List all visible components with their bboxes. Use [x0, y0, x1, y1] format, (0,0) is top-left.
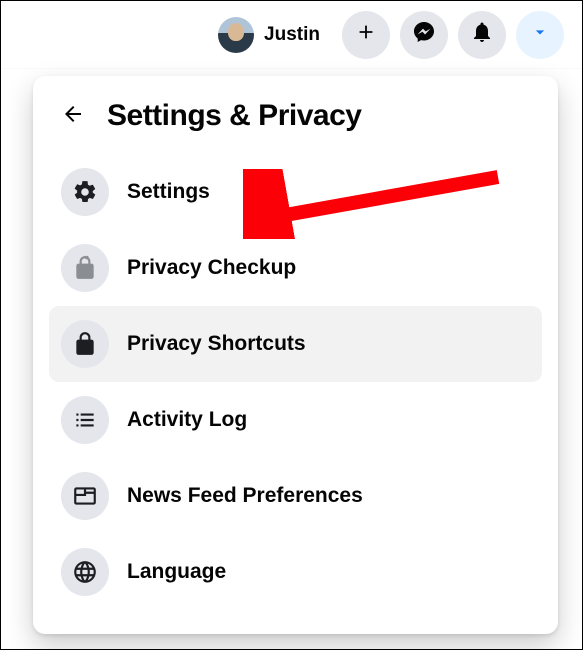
- panel-title: Settings & Privacy: [107, 99, 361, 133]
- panel-header: Settings & Privacy: [43, 92, 548, 150]
- menu-list: Settings Privacy Checkup Privacy Shortcu…: [43, 150, 548, 614]
- menu-item-language[interactable]: Language: [49, 534, 542, 610]
- lock-icon: [61, 320, 109, 368]
- globe-icon: [61, 548, 109, 596]
- menu-item-label: Settings: [127, 180, 210, 204]
- settings-privacy-panel: Settings & Privacy Settings Privacy Chec…: [33, 76, 558, 634]
- list-icon: [61, 396, 109, 444]
- create-button[interactable]: [342, 11, 390, 59]
- account-menu-button[interactable]: [516, 11, 564, 59]
- menu-item-label: Privacy Checkup: [127, 256, 296, 280]
- lock-heart-icon: [61, 244, 109, 292]
- menu-item-settings[interactable]: Settings: [49, 154, 542, 230]
- menu-item-label: Language: [127, 560, 226, 584]
- top-bar: Justin: [1, 1, 582, 69]
- menu-item-news-feed-preferences[interactable]: News Feed Preferences: [49, 458, 542, 534]
- menu-item-activity-log[interactable]: Activity Log: [49, 382, 542, 458]
- plus-icon: [355, 21, 377, 48]
- profile-name: Justin: [264, 24, 320, 46]
- bell-icon: [470, 20, 494, 49]
- caret-down-icon: [530, 22, 550, 47]
- back-button[interactable]: [53, 96, 93, 136]
- menu-item-label: Activity Log: [127, 408, 247, 432]
- messenger-icon: [412, 20, 436, 49]
- menu-item-label: News Feed Preferences: [127, 484, 363, 508]
- avatar: [218, 17, 254, 53]
- profile-button[interactable]: Justin: [214, 13, 332, 57]
- feed-icon: [61, 472, 109, 520]
- gear-icon: [61, 168, 109, 216]
- arrow-left-icon: [61, 102, 85, 131]
- notifications-button[interactable]: [458, 11, 506, 59]
- messenger-button[interactable]: [400, 11, 448, 59]
- menu-item-privacy-checkup[interactable]: Privacy Checkup: [49, 230, 542, 306]
- menu-item-label: Privacy Shortcuts: [127, 332, 306, 356]
- menu-item-privacy-shortcuts[interactable]: Privacy Shortcuts: [49, 306, 542, 382]
